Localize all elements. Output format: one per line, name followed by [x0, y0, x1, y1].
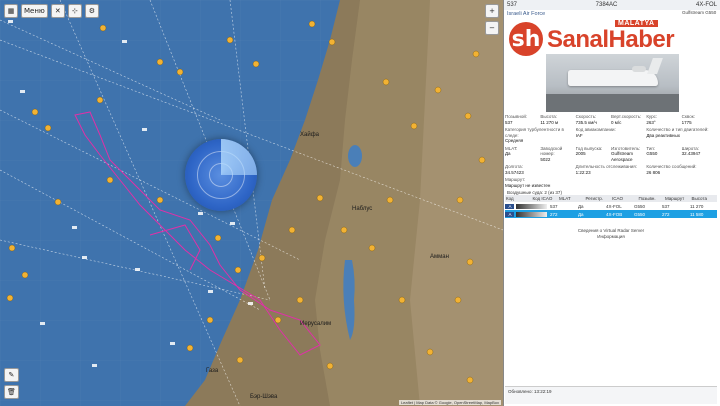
col-header: Высота: [691, 196, 707, 201]
radar-overlay-icon: [185, 139, 257, 211]
logo-tag: MALATYA: [615, 20, 658, 27]
map-label: Иерусалим: [300, 321, 331, 327]
field-value: 2005: [575, 151, 586, 156]
field-value: Да: [505, 151, 511, 156]
field-value: 735.5 км/ч: [575, 119, 597, 125]
field-value: 537: [505, 119, 513, 125]
map-label: Газа: [206, 368, 219, 374]
gear-icon[interactable]: ⚙: [84, 4, 99, 18]
aircraft-silhouette-icon: [516, 203, 547, 209]
callsign-text: 537: [507, 2, 518, 8]
table-header: Код Код ICAO MLAT Регистр. ICAO Позывн. …: [505, 195, 717, 202]
info-link[interactable]: Информация: [505, 234, 717, 240]
zoom-out-button[interactable]: −: [485, 21, 499, 35]
field-value: 26 806: [646, 169, 661, 175]
layers-icon[interactable]: ▦: [4, 4, 18, 18]
logo-name: SanalHaber: [547, 26, 675, 53]
field-value: Gulfstream Aerospace: [610, 151, 633, 162]
col-header: MLAT: [559, 196, 571, 201]
pencil-icon[interactable]: ✎: [4, 368, 19, 382]
row-tag: A: [505, 203, 514, 209]
table-cell: 537: [662, 203, 670, 209]
flight-map[interactable]: Хайфа Наблус Иерусалим Амман Газа Бэр-Шэ…: [0, 0, 503, 406]
aircraft-list-table: Воздушные суда: 2 (из 37) Код Код ICAO M…: [505, 190, 717, 218]
table-cell: Да: [578, 203, 584, 209]
map-label: Наблус: [352, 206, 372, 212]
col-header: Код: [506, 196, 514, 201]
table-cell: 4X-FOB: [606, 211, 623, 217]
close-icon[interactable]: ✕: [50, 4, 65, 18]
table-cell: 537: [550, 203, 558, 209]
field-value: Средняя: [505, 138, 524, 143]
map-label: Бэр-Шэва: [250, 394, 278, 400]
aircraft-photo: [546, 54, 679, 112]
aircraft-silhouette-icon: [516, 211, 547, 217]
table-row-selected[interactable]: A 272 Да 4X-FOB G550 272 11 580: [505, 210, 717, 218]
field-value: 1775: [681, 119, 692, 125]
table-cell: 11 580: [690, 211, 704, 217]
map-draw-controls: ✎ 🗑: [4, 368, 19, 399]
field-label: Категория турбулентности в следе:: [505, 127, 564, 138]
side-code: 4X-FOL: [695, 2, 717, 8]
field-value: IAF: [575, 132, 583, 138]
field-value: 263°: [646, 119, 656, 125]
table-cell: G550: [634, 203, 646, 209]
status-text: Обновлено: 13:22:19: [508, 389, 552, 394]
table-cell: 272: [662, 211, 670, 217]
table-cell: G550: [634, 211, 646, 217]
field-value: 34.57423: [505, 169, 524, 175]
col-header: Регистр.: [585, 196, 604, 201]
panel-header: 537 7384AC 4X-FOL: [504, 0, 720, 10]
col-header: Позывн.: [638, 196, 656, 201]
map-label: Хайфа: [300, 131, 320, 138]
locate-icon[interactable]: ⊹: [67, 4, 82, 18]
field-value: 1:22:23: [575, 169, 591, 175]
map-canvas: Хайфа Наблус Иерусалим Амман Газа Бэр-Шэ…: [0, 0, 503, 406]
field-value: 5022: [540, 156, 551, 162]
table-cell: Да: [578, 211, 584, 217]
col-header: Код ICAO: [532, 196, 553, 201]
field-value: 0 м/с: [610, 119, 622, 125]
field-value: 11 270 м: [540, 119, 559, 125]
logo-mark: sh: [509, 22, 543, 56]
aircraft-type-text: Gulfstream G550: [682, 10, 717, 15]
table-cell: 11 270: [690, 203, 704, 209]
field-value: Маршрут не известен: [505, 182, 551, 188]
field-value: G550: [646, 151, 658, 156]
table-cell: 272: [550, 211, 558, 217]
trash-icon[interactable]: 🗑: [4, 385, 19, 399]
menu-button[interactable]: Меню: [21, 4, 48, 18]
watermark-logo: sh SanalHaber MALATYA: [505, 18, 715, 58]
map-attribution: Leaflet | Map Data © Google, OpenStreetM…: [398, 400, 501, 405]
panel-footer-links: Сведения о Virtual Radar Server Информац…: [505, 228, 717, 240]
zoom-in-button[interactable]: +: [485, 4, 499, 18]
field-value: Два реактивных: [646, 132, 680, 138]
row-tag: A: [505, 211, 514, 217]
aircraft-fields: Позывной: 537 Высота: 11 270 м Скорость: 73…: [505, 114, 717, 190]
field-value: 32.43947: [681, 151, 701, 156]
table-row[interactable]: A 537 Да 4X-FOL G550 537 11 270: [505, 202, 717, 210]
map-label: Амман: [430, 254, 449, 260]
col-header: ICAO: [612, 196, 624, 201]
status-bar: Обновлено: 13:22:19: [505, 386, 717, 404]
field-label: Количество и тип двигателей:: [646, 127, 709, 132]
table-cell: 4X-FOL: [606, 203, 622, 209]
col-header: Маршрут: [665, 196, 685, 201]
hex-text: 7384AC: [595, 2, 618, 8]
field-label: Длительность отслеживания:: [575, 164, 637, 169]
field-label: Верт.скорость:: [610, 114, 642, 119]
map-toolbar: ▦ Меню ✕ ⊹ ⚙: [4, 4, 99, 18]
zoom-controls: + −: [485, 4, 499, 35]
table-title: Воздушные суда: 2 (из 37): [507, 190, 562, 195]
field-label: Заводской номер:: [540, 145, 563, 157]
